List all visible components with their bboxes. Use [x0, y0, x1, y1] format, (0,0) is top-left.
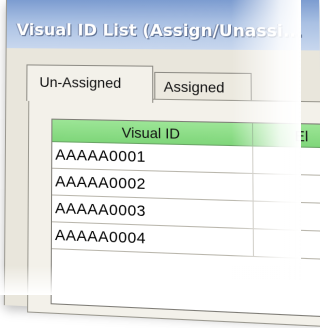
title-bar[interactable]: Visual ID List (Assign/Unassi... — [6, 0, 320, 51]
tab-panel: Visual ID El AAAAA0001 AAAAA0002 AAAAA00… — [27, 96, 320, 328]
window-title: Visual ID List (Assign/Unassi... — [16, 20, 303, 41]
tab-un-assigned[interactable]: Un-Assigned — [26, 64, 154, 103]
screenshot: Visual ID List (Assign/Unassi... Un-Assi… — [0, 0, 320, 328]
visual-id-list-window: Visual ID List (Assign/Unassi... Un-Assi… — [3, 0, 320, 328]
visual-id-cell[interactable]: AAAAA0004 — [51, 222, 255, 258]
second-column-cell[interactable] — [253, 146, 320, 177]
second-column-cell[interactable] — [253, 201, 320, 233]
second-column-cell[interactable] — [253, 174, 320, 205]
tab-assigned[interactable]: Assigned — [154, 71, 252, 103]
second-column-cell[interactable] — [253, 229, 320, 261]
column-header-second[interactable]: El — [253, 123, 320, 149]
visual-id-grid: Visual ID El AAAAA0001 AAAAA0002 AAAAA00… — [50, 118, 320, 318]
